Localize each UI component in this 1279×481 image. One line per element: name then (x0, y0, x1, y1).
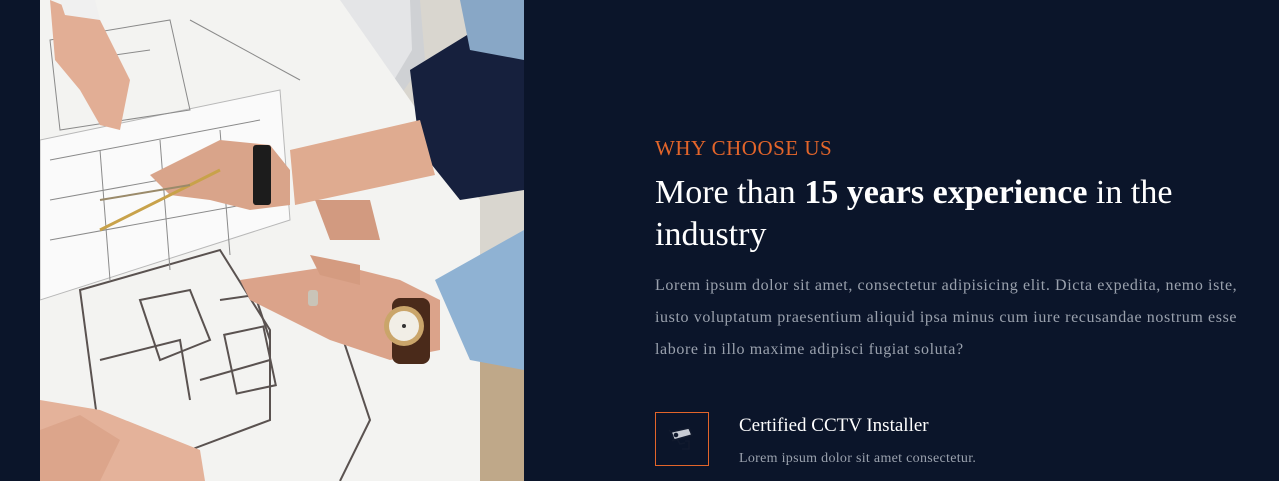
feature-text: Lorem ipsum dolor sit amet consectetur. (739, 451, 977, 466)
hero-photo (40, 0, 524, 481)
feature-item: Certified CCTV Installer Lorem ipsum dol… (655, 412, 1265, 472)
cctv-camera-icon (655, 412, 709, 466)
heading-prefix: More than (655, 174, 805, 211)
heading-highlight: 15 years experience (804, 174, 1088, 211)
feature-title: Certified CCTV Installer (739, 415, 929, 436)
section-eyebrow: WHY CHOOSE US (655, 136, 833, 160)
section-heading: More than 15 years experience in the ind… (655, 172, 1265, 256)
blueprint-hands-image (40, 0, 524, 481)
section-description: Lorem ipsum dolor sit amet, consectetur … (655, 277, 1238, 358)
cctv-camera-icon-graphic (668, 427, 694, 450)
